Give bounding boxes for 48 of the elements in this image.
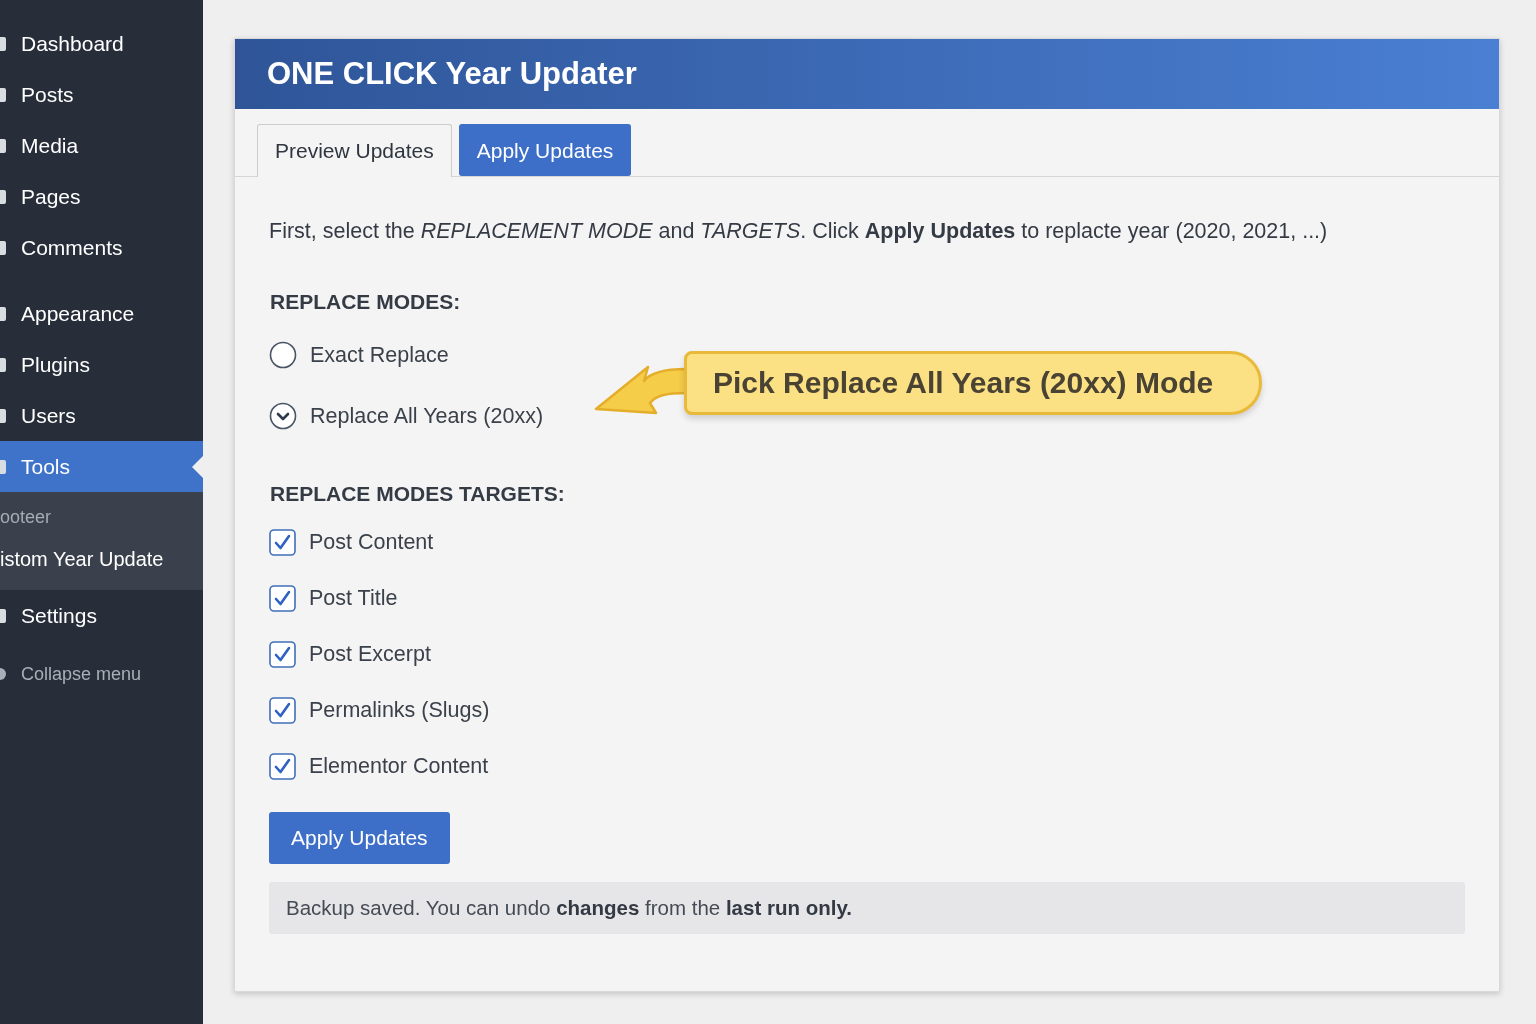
checkbox[interactable] — [269, 752, 296, 780]
radio-button[interactable] — [269, 402, 297, 430]
sidebar-item[interactable]: Media — [0, 120, 203, 171]
sidebar-item[interactable]: Pages — [0, 171, 203, 222]
sidebar-item[interactable]: Posts — [0, 69, 203, 120]
submenu-item[interactable]: istom Year Update — [0, 536, 203, 582]
checkbox-label[interactable]: Post Excerpt — [309, 641, 431, 667]
current-page-notch — [192, 456, 203, 478]
menu-item-icon — [0, 138, 6, 153]
sidebar-item[interactable]: Plugins — [0, 339, 203, 390]
radio-label[interactable]: Exact Replace — [310, 342, 449, 368]
collapse-menu-button[interactable]: Collapse menu — [0, 649, 203, 699]
menu-item-icon — [0, 608, 6, 623]
callout-label: Pick Replace All Years (20xx) Mode — [684, 351, 1263, 415]
menu-item-icon — [0, 408, 6, 423]
menu-item-icon — [0, 459, 6, 474]
sidebar-item[interactable]: Settings — [0, 590, 203, 641]
checkbox[interactable] — [269, 584, 296, 612]
checkbox[interactable] — [269, 640, 296, 668]
checkbox-label[interactable]: Post Content — [309, 529, 434, 555]
checkbox-label[interactable]: Post Title — [309, 585, 398, 611]
radio-button[interactable] — [269, 341, 297, 369]
radio-label[interactable]: Replace All Years (20xx) — [310, 403, 544, 429]
sidebar-item[interactable]: Tools — [0, 441, 203, 492]
sidebar-item[interactable]: Comments — [0, 222, 203, 273]
sidebar-item[interactable]: Users — [0, 390, 203, 441]
section-heading: REPLACE MODES TARGETS: — [270, 482, 566, 506]
tab[interactable]: Apply Updates — [458, 124, 632, 176]
checkbox-label[interactable]: Permalinks (Slugs) — [309, 697, 490, 723]
apply-updates-button[interactable]: Apply Updates — [269, 812, 450, 864]
section-heading: REPLACE MODES: — [270, 290, 462, 314]
menu-item-icon — [0, 357, 6, 372]
menu-item-icon — [0, 87, 6, 102]
menu-item-icon — [0, 240, 6, 255]
checkbox[interactable] — [269, 528, 296, 556]
menu-item-icon — [0, 306, 6, 321]
tab[interactable]: Preview Updates — [257, 124, 452, 177]
instructions-text: First, select the REPLACEMENT MODE and TARGETS. Click Apply Updates to replacte year (2020, 2021, ...) — [269, 219, 1329, 244]
menu-item-icon — [0, 36, 6, 51]
menu-item-icon — [0, 189, 6, 204]
submenu-item[interactable]: ooteer — [0, 498, 203, 536]
sidebar-item[interactable]: Appearance — [0, 288, 203, 339]
checkbox-label[interactable]: Elementor Content — [309, 753, 489, 779]
backup-notice: Backup saved. You can undo changes from the last run only. — [269, 882, 1465, 934]
sidebar-item[interactable]: Dashboard — [0, 18, 203, 69]
collapse-icon — [0, 668, 6, 680]
checkbox[interactable] — [269, 696, 296, 724]
panel-title: ONE CLICK Year Updater — [235, 39, 1499, 109]
